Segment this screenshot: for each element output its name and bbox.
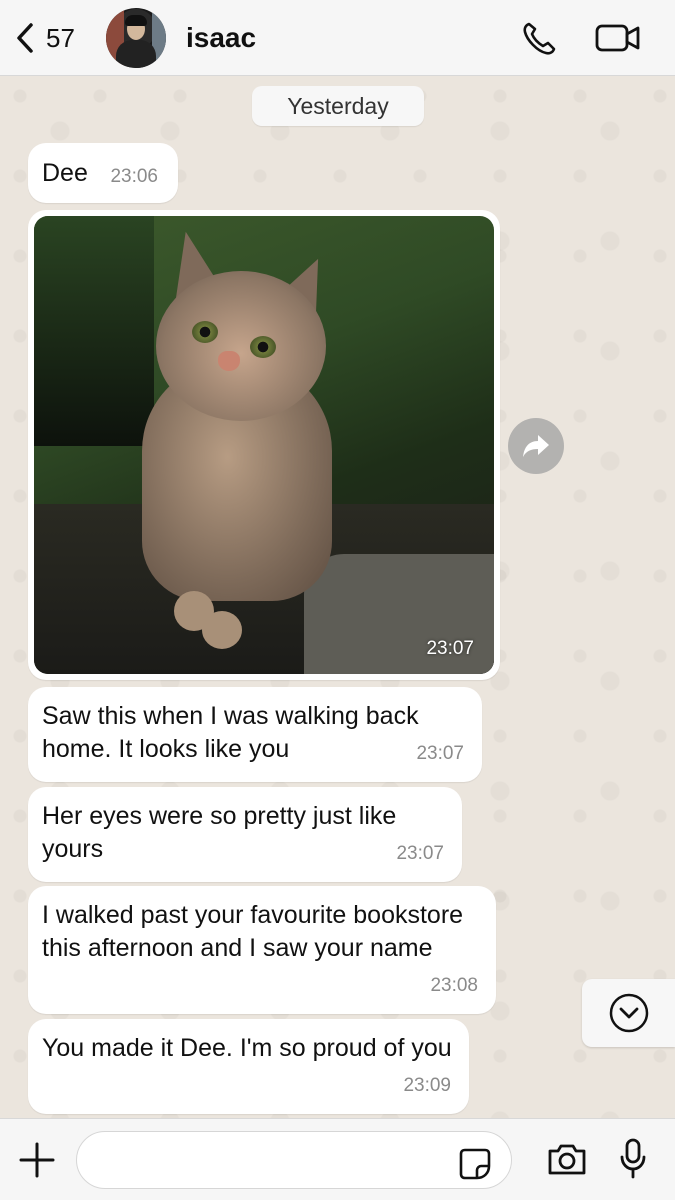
- microphone-icon[interactable]: [618, 1137, 648, 1186]
- date-separator: Yesterday: [252, 86, 424, 126]
- sticker-icon[interactable]: [458, 1147, 492, 1186]
- message-time: 23:08: [430, 975, 478, 996]
- chat-header: 57 isaac: [0, 0, 675, 76]
- message-text: You made it Dee. I'm so proud of you: [42, 1034, 452, 1062]
- message-bubble[interactable]: Saw this when I was walking back home. I…: [28, 687, 482, 782]
- message-time: 23:06: [110, 166, 158, 187]
- composer-bar: [0, 1118, 675, 1200]
- cat-photo[interactable]: 23:07: [34, 216, 494, 674]
- phone-icon[interactable]: [520, 20, 558, 63]
- message-text: I walked past your favourite bookstore t…: [42, 901, 464, 962]
- message-time: 23:07: [416, 743, 464, 764]
- scroll-to-bottom-button[interactable]: [582, 979, 675, 1047]
- plus-icon[interactable]: [18, 1141, 56, 1184]
- chat-area[interactable]: Yesterday Dee 23:06 23:07 Saw this when …: [0, 76, 675, 1118]
- chevron-left-icon: [17, 23, 33, 53]
- message-time: 23:09: [403, 1075, 451, 1096]
- message-time: 23:07: [396, 843, 444, 864]
- camera-icon[interactable]: [546, 1141, 588, 1182]
- unread-count: 57: [46, 22, 75, 53]
- forward-arrow-icon: [523, 435, 549, 457]
- forward-button[interactable]: [508, 418, 564, 474]
- back-button[interactable]: 57: [14, 20, 75, 56]
- video-camera-icon[interactable]: [594, 22, 642, 59]
- message-bubble[interactable]: Her eyes were so pretty just like yours …: [28, 787, 462, 882]
- avatar[interactable]: [106, 8, 166, 68]
- message-text: Dee: [42, 159, 88, 187]
- message-input[interactable]: [95, 1132, 455, 1188]
- message-time: 23:07: [426, 638, 474, 659]
- message-bubble[interactable]: I walked past your favourite bookstore t…: [28, 886, 496, 1014]
- message-bubble[interactable]: You made it Dee. I'm so proud of you 23:…: [28, 1019, 469, 1114]
- message-text: Saw this when I was walking back home. I…: [42, 702, 419, 763]
- message-text: Her eyes were so pretty just like yours: [42, 802, 397, 863]
- chevron-down-circle-icon: [609, 993, 648, 1033]
- contact-name[interactable]: isaac: [186, 22, 256, 54]
- image-message[interactable]: 23:07: [28, 210, 500, 680]
- message-bubble[interactable]: Dee 23:06: [28, 143, 178, 203]
- message-input-wrapper: [76, 1131, 512, 1189]
